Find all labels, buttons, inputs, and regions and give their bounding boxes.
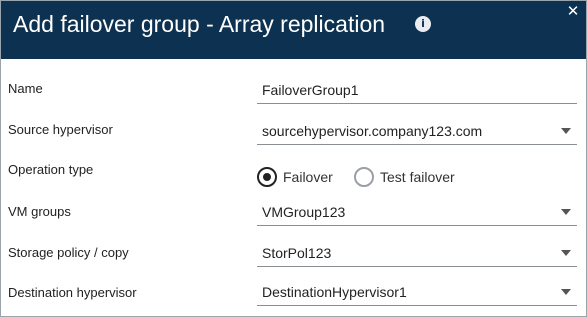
destination-hypervisor-label: Destination hypervisor — [8, 285, 137, 300]
chevron-down-icon — [561, 128, 571, 134]
name-row: Name FailoverGroup1 — [1, 81, 586, 121]
chevron-down-icon — [561, 289, 571, 295]
storage-policy-select[interactable]: StorPol123 — [257, 240, 577, 267]
info-icon[interactable]: i — [415, 16, 431, 32]
storage-policy-value: StorPol123 — [262, 245, 332, 261]
destination-hypervisor-row: Destination hypervisor DestinationHyperv… — [1, 284, 586, 316]
radio-checked-icon — [257, 167, 277, 187]
radio-dot-icon — [263, 173, 271, 181]
destination-hypervisor-select[interactable]: DestinationHypervisor1 — [257, 279, 577, 306]
source-hypervisor-row: Source hypervisor sourcehypervisor.compa… — [1, 122, 586, 162]
close-icon[interactable]: ✕ — [565, 3, 581, 19]
vm-groups-value: VMGroup123 — [262, 204, 346, 220]
operation-type-label: Operation type — [8, 162, 94, 177]
failover-group-dialog: Add failover group - Array replication i… — [0, 0, 587, 317]
vm-groups-row: VM groups VMGroup123 — [1, 204, 586, 244]
destination-hypervisor-value: DestinationHypervisor1 — [262, 284, 407, 300]
name-label: Name — [8, 81, 43, 96]
source-hypervisor-value: sourcehypervisor.company123.com — [262, 123, 483, 139]
dialog-title: Add failover group - Array replication — [13, 11, 386, 37]
storage-policy-label: Storage policy / copy — [8, 245, 129, 260]
name-value: FailoverGroup1 — [262, 82, 359, 98]
chevron-down-icon — [561, 209, 571, 215]
radio-test-failover-label: Test failover — [380, 169, 455, 185]
name-field[interactable]: FailoverGroup1 — [257, 77, 577, 104]
chevron-down-icon — [561, 250, 571, 256]
radio-failover-label: Failover — [283, 169, 333, 185]
vm-groups-select[interactable]: VMGroup123 — [257, 199, 577, 226]
source-hypervisor-select[interactable]: sourcehypervisor.company123.com — [257, 118, 577, 145]
source-hypervisor-label: Source hypervisor — [8, 122, 113, 137]
dialog-header: Add failover group - Array replication i… — [1, 1, 586, 59]
vm-groups-label: VM groups — [8, 204, 71, 219]
operation-type-row: Operation type Failover Test failover — [1, 162, 586, 202]
radio-unchecked-icon — [354, 167, 374, 187]
